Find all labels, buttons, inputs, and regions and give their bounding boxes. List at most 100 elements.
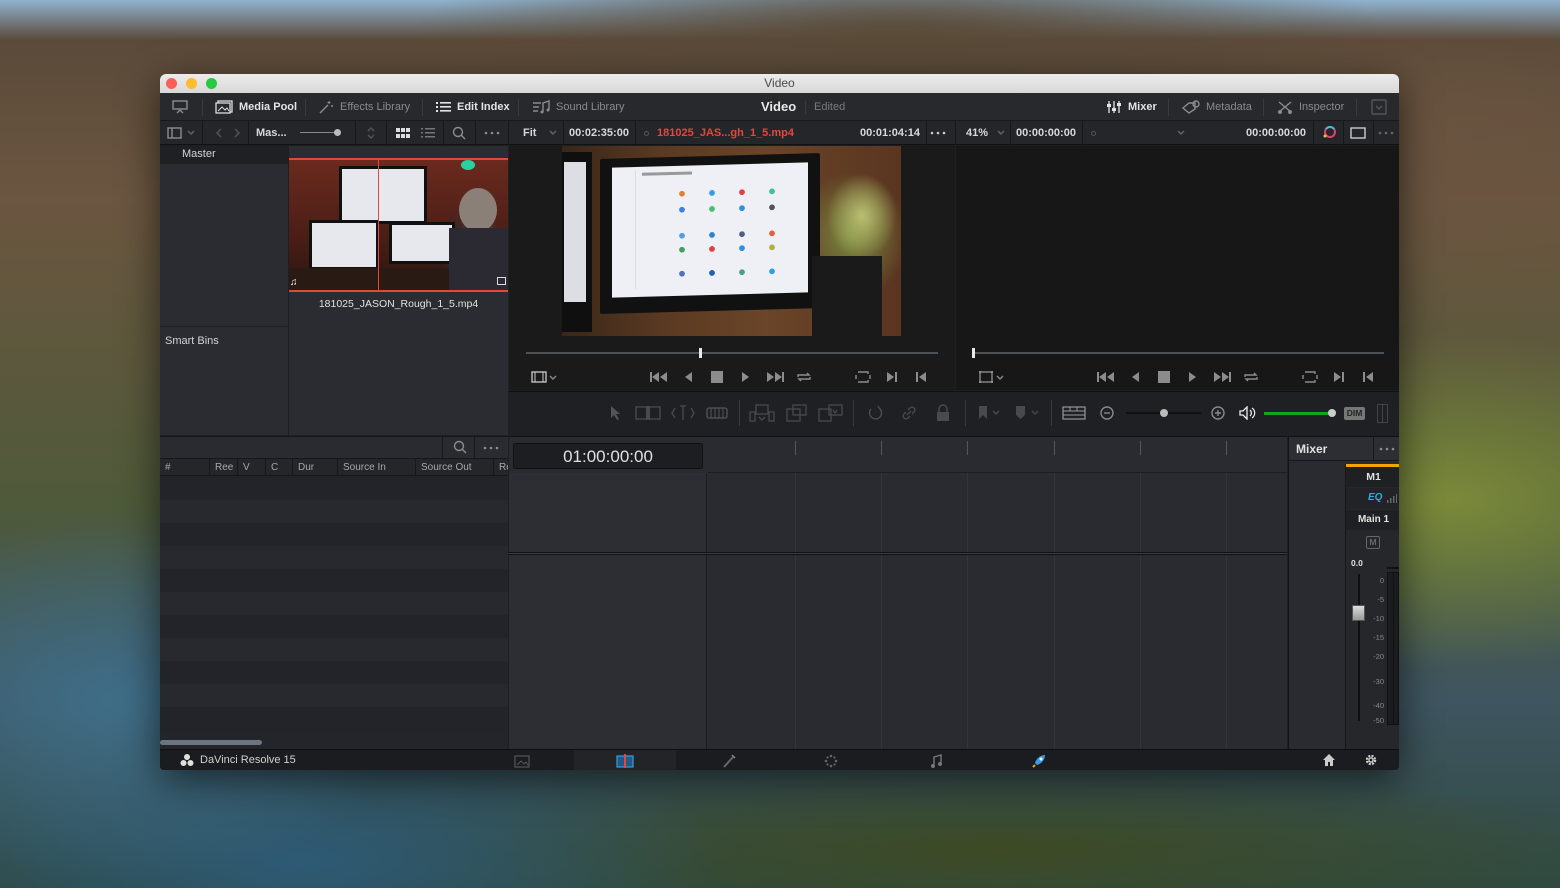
timeline-jump-start-button[interactable] <box>1096 368 1116 386</box>
source-clip-name[interactable]: 181025_JAS...gh_1_5.mp4 <box>657 121 794 145</box>
source-video-frame[interactable] <box>562 146 901 336</box>
bin-item-master[interactable]: Master <box>160 146 288 164</box>
timeline-loop-button[interactable] <box>1241 368 1261 386</box>
source-zoom-dropdown[interactable]: Fit <box>523 121 536 145</box>
source-match-frame-button[interactable] <box>853 368 873 386</box>
media-pool-options-button[interactable] <box>484 121 500 145</box>
workspace-toggle-button[interactable] <box>172 93 188 121</box>
source-reverse-button[interactable] <box>678 368 698 386</box>
smart-bins-header[interactable]: Smart Bins <box>165 335 219 347</box>
zoom-in-button[interactable] <box>1211 406 1225 423</box>
source-viewer-options-button[interactable] <box>930 121 946 145</box>
close-window-button[interactable] <box>166 78 177 89</box>
media-pool-button[interactable]: Media Pool <box>215 93 297 121</box>
source-mark-in-button[interactable] <box>882 368 902 386</box>
source-zoom-chevron[interactable] <box>548 121 558 145</box>
column-header[interactable]: C <box>265 459 292 476</box>
timeline-scrubber[interactable] <box>972 348 1384 358</box>
replace-clip-button[interactable] <box>818 404 844 425</box>
audio-volume-button[interactable] <box>1239 405 1257 423</box>
edit-index-options-button[interactable] <box>483 440 499 459</box>
insert-clip-button[interactable] <box>749 404 775 425</box>
column-header[interactable]: Source Out <box>415 459 493 476</box>
timeline-zoom-slider-thumb[interactable] <box>1159 409 1168 417</box>
mixer-button[interactable]: Mixer <box>1106 93 1157 121</box>
page-deliver-button[interactable] <box>988 750 1090 770</box>
source-mark-out-button[interactable] <box>911 368 931 386</box>
zoom-out-button[interactable] <box>1100 406 1114 423</box>
selection-mode-button[interactable] <box>609 405 623 424</box>
timeline-mark-out-button[interactable] <box>1358 368 1378 386</box>
timeline-selector-dropdown[interactable] <box>1176 121 1186 145</box>
column-header[interactable]: Dur <box>292 459 337 476</box>
dim-button[interactable]: DIM <box>1344 407 1365 420</box>
meter-toggle-button[interactable] <box>1377 404 1388 423</box>
fader-track[interactable] <box>1358 574 1360 721</box>
record-viewer-options-button[interactable] <box>1378 121 1394 145</box>
edit-index-button[interactable]: Edit Index <box>436 93 510 121</box>
color-viewer-button[interactable] <box>1320 121 1338 145</box>
zoom-window-button[interactable] <box>206 78 217 89</box>
timeline-jump-end-button[interactable] <box>1212 368 1232 386</box>
flag-button[interactable] <box>977 405 1003 424</box>
sound-library-button[interactable]: Sound Library <box>532 93 625 121</box>
column-header[interactable]: Ree <box>209 459 237 476</box>
column-header[interactable]: # <box>160 459 210 476</box>
timeline-stop-button[interactable] <box>1154 368 1174 386</box>
linked-selection-button[interactable] <box>901 405 917 424</box>
timeline-play-button[interactable] <box>1183 368 1203 386</box>
source-stop-button[interactable] <box>707 368 727 386</box>
timeline-mark-in-button[interactable] <box>1329 368 1349 386</box>
mixer-options-button[interactable] <box>1379 441 1395 460</box>
source-jump-end-button[interactable] <box>765 368 785 386</box>
media-search-button[interactable] <box>452 121 466 145</box>
source-play-button[interactable] <box>736 368 756 386</box>
timeline-viewer-playhead[interactable] <box>972 348 975 358</box>
page-edit-button[interactable] <box>574 750 676 770</box>
master-volume-slider[interactable] <box>1264 409 1336 417</box>
transform-overlay-button[interactable] <box>976 368 1006 386</box>
metadata-button[interactable]: Metadata <box>1182 93 1252 121</box>
effects-library-button[interactable]: Effects Library <box>318 93 410 121</box>
source-clip-type-button[interactable] <box>529 368 559 386</box>
list-view-button[interactable] <box>421 121 435 145</box>
edit-index-search-button[interactable] <box>453 440 467 459</box>
master-volume-thumb[interactable] <box>1328 409 1336 417</box>
project-manager-button[interactable] <box>1322 753 1336 770</box>
video-audio-divider[interactable] <box>509 552 1287 555</box>
marker-button[interactable] <box>1014 405 1042 424</box>
viewer-mode-button[interactable] <box>1350 121 1366 145</box>
source-loop-button[interactable] <box>794 368 814 386</box>
page-media-button[interactable] <box>471 750 573 770</box>
source-jump-start-button[interactable] <box>649 368 669 386</box>
expand-panel-button[interactable] <box>1371 93 1387 121</box>
timeline-ruler[interactable] <box>708 437 1287 473</box>
minimize-window-button[interactable] <box>186 78 197 89</box>
mute-button[interactable]: M <box>1366 536 1380 549</box>
dynamic-trim-mode-button[interactable] <box>671 405 695 424</box>
blade-edit-mode-button[interactable] <box>706 406 728 423</box>
page-fairlight-button[interactable] <box>885 750 987 770</box>
project-settings-button[interactable] <box>1364 753 1378 770</box>
bin-forward-button[interactable] <box>232 121 242 145</box>
page-fusion-button[interactable] <box>678 750 780 770</box>
source-playhead[interactable] <box>699 348 703 358</box>
page-color-button[interactable] <box>780 750 882 770</box>
column-header[interactable]: Source In <box>337 459 415 476</box>
thumbnail-view-button[interactable] <box>396 121 410 145</box>
bin-list-toggle[interactable] <box>167 121 197 145</box>
sort-button[interactable] <box>365 121 377 145</box>
clip-thumbnail[interactable]: ♫ <box>289 158 508 292</box>
timeline-zoom-chevron[interactable] <box>996 121 1006 145</box>
timeline-view-options-button[interactable] <box>1062 406 1086 423</box>
eq-button[interactable]: EQ <box>1346 488 1399 509</box>
timeline-zoom-dropdown[interactable]: 41% <box>966 121 988 145</box>
timeline-reverse-button[interactable] <box>1125 368 1145 386</box>
track-area[interactable] <box>708 473 1287 750</box>
column-header[interactable]: Re <box>493 459 508 476</box>
position-lock-button[interactable] <box>935 404 951 425</box>
trim-edit-mode-button[interactable] <box>635 405 661 424</box>
timeline-timecode[interactable]: 01:00:00:00 <box>513 443 703 469</box>
timeline-zoom-slider[interactable] <box>1126 409 1201 417</box>
snapping-button[interactable] <box>867 405 883 424</box>
